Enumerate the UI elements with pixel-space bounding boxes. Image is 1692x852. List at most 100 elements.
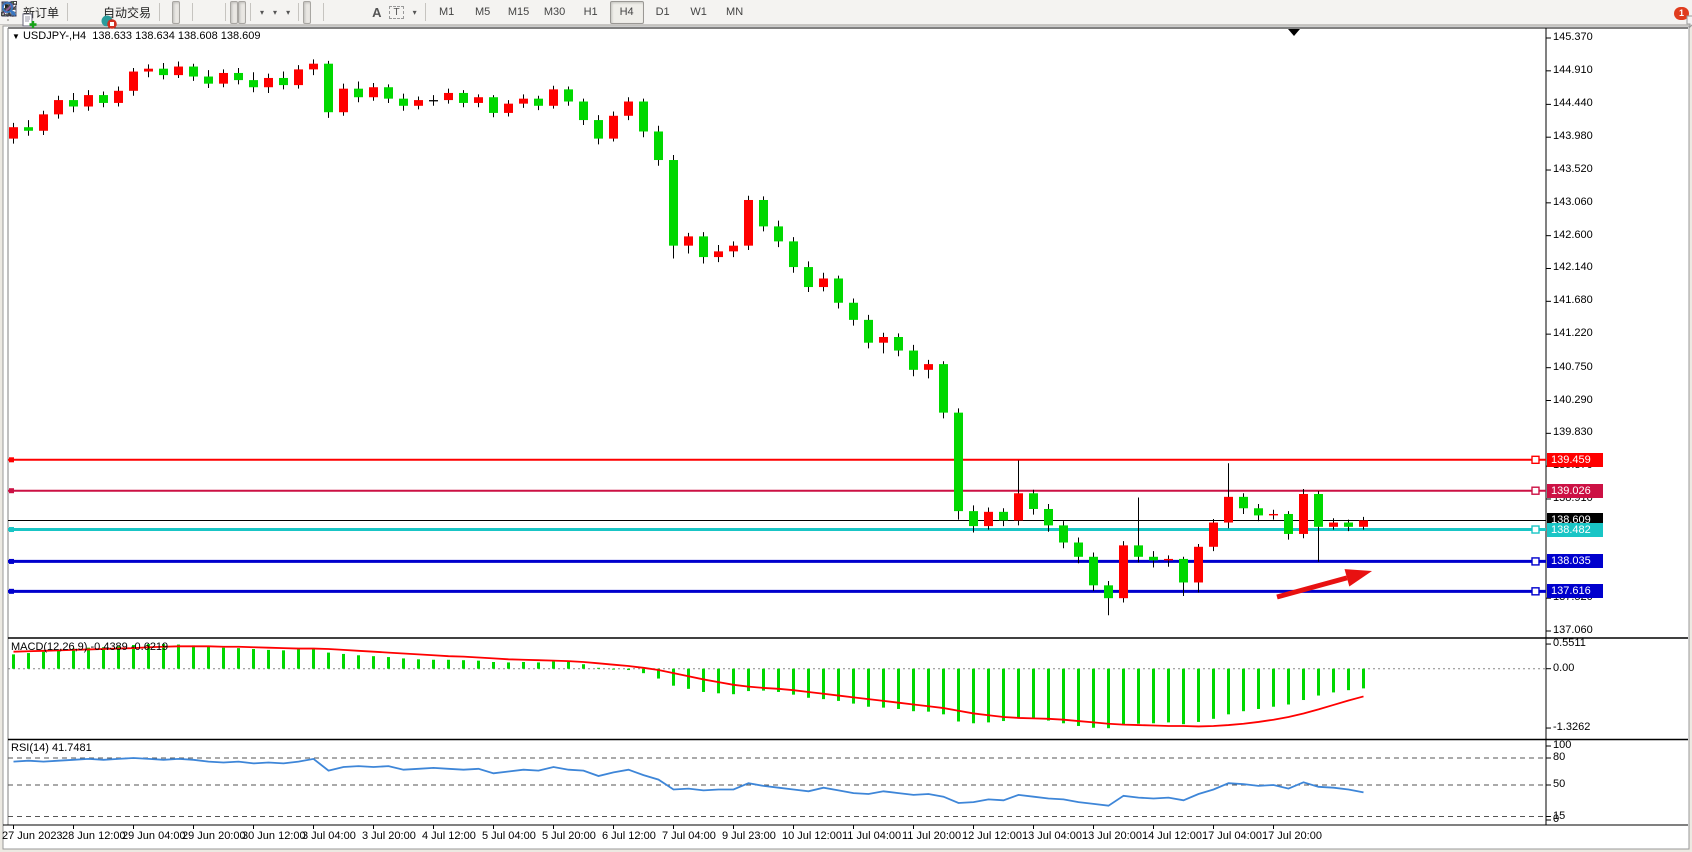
auto-scroll-button[interactable] — [230, 1, 238, 24]
search-icon — [0, 0, 18, 18]
rsi-axis-tick: 80 — [1553, 751, 1565, 763]
separator — [323, 3, 324, 21]
timeframe-MN[interactable]: MN — [718, 1, 752, 24]
trendline-button[interactable] — [344, 1, 352, 24]
macd-axis-tick: -1.3262 — [1553, 721, 1590, 733]
time-axis-label: 17 Jul 04:00 — [1202, 830, 1262, 842]
rsi-axis-tick: 100 — [1553, 739, 1571, 751]
line-chart-button[interactable] — [180, 1, 188, 24]
time-axis-label: 28 Jun 12:00 — [62, 830, 126, 842]
timeframe-H1[interactable]: H1 — [574, 1, 608, 24]
rsi-axis-tick: 50 — [1553, 778, 1565, 790]
price-tick: 141.220 — [1553, 327, 1593, 339]
zoom-out-button[interactable] — [205, 1, 213, 24]
macd-label: MACD(12,26,9) -0.4389 -0.6219 — [11, 641, 168, 653]
timeframe-D1[interactable]: D1 — [646, 1, 680, 24]
text-label-icon: T — [389, 6, 403, 19]
price-line-label: 138.035 — [1547, 554, 1603, 568]
macd-main-value: -0.4389 — [90, 641, 127, 653]
chevron-down-icon: ▾ — [273, 8, 277, 17]
periods-button[interactable]: ▾ — [268, 1, 281, 24]
price-tick: 142.600 — [1553, 229, 1593, 241]
timeframe-M5[interactable]: M5 — [466, 1, 500, 24]
time-axis-label: 17 Jul 20:00 — [1262, 830, 1322, 842]
time-axis-label: 11 Jul 20:00 — [902, 830, 961, 842]
crosshair-button[interactable] — [311, 1, 319, 24]
time-axis-label: 9 Jul 23:00 — [722, 830, 776, 842]
separator — [159, 3, 160, 21]
auto-trading-button[interactable]: 自动交易 — [96, 1, 155, 24]
price-tick: 140.750 — [1553, 361, 1593, 373]
price-tick: 143.520 — [1553, 163, 1593, 175]
rsi-label: RSI(14) 41.7481 — [11, 742, 92, 754]
time-axis-label: 13 Jul 04:00 — [1022, 830, 1082, 842]
price-line-label: 139.026 — [1547, 484, 1603, 498]
price-tick: 145.370 — [1553, 31, 1593, 43]
fibonacci-button[interactable]: F — [360, 1, 368, 24]
price-line-label: 138.482 — [1547, 523, 1603, 537]
time-axis-label: 29 Jun 20:00 — [182, 830, 246, 842]
chart-title[interactable]: ▼ USDJPY-,H4 138.633 138.634 138.608 138… — [12, 30, 261, 42]
indicators-button[interactable]: ▾ — [255, 1, 268, 24]
time-axis-label: 30 Jun 12:00 — [242, 830, 306, 842]
tile-windows-button[interactable] — [213, 1, 221, 24]
equidistant-channel-button[interactable] — [352, 1, 360, 24]
timeframe-H4[interactable]: H4 — [610, 1, 644, 24]
notifications-icon — [1684, 12, 1692, 30]
rsi-name: RSI(14) — [11, 742, 49, 754]
new-order-button[interactable]: 新订单 — [16, 1, 63, 24]
separator — [425, 3, 426, 21]
separator — [225, 3, 226, 21]
price-tick: 137.060 — [1553, 624, 1593, 636]
zoom-in-button[interactable] — [197, 1, 205, 24]
chart-shift-button[interactable] — [238, 1, 246, 24]
time-axis-label: 14 Jul 12:00 — [1142, 830, 1202, 842]
market-watch-button[interactable] — [72, 1, 80, 24]
time-axis-label: 6 Jul 12:00 — [602, 830, 656, 842]
time-axis-label: 12 Jul 12:00 — [962, 830, 1022, 842]
time-axis-label: 5 Jul 04:00 — [482, 830, 536, 842]
timeframe-M15[interactable]: M15 — [502, 1, 536, 24]
time-axis-label: 13 Jul 20:00 — [1082, 830, 1142, 842]
bar-chart-button[interactable] — [164, 1, 172, 24]
separator — [250, 3, 251, 21]
notifications-button[interactable]: 1 — [1680, 1, 1688, 24]
ohlc-values: 138.633 138.634 138.608 138.609 — [92, 30, 260, 42]
signals-button[interactable] — [88, 1, 96, 24]
price-line-label: 137.616 — [1547, 584, 1603, 598]
chart-canvas[interactable] — [0, 0, 1692, 852]
separator — [192, 3, 193, 21]
time-axis-label: 4 Jul 12:00 — [422, 830, 476, 842]
rsi-value: 41.7481 — [52, 742, 92, 754]
time-axis-label: 11 Jul 04:00 — [842, 830, 901, 842]
rsi-axis-tick: 0 — [1553, 813, 1559, 825]
price-tick: 142.140 — [1553, 261, 1593, 273]
mt4-window: 新订单 自动交易 — [0, 0, 1692, 852]
time-axis-label: 7 Jul 04:00 — [662, 830, 716, 842]
arrows-button[interactable]: ▾ — [408, 1, 421, 24]
macd-name: MACD(12,26,9) — [11, 641, 87, 653]
text-icon: A — [372, 5, 381, 20]
separator — [67, 3, 68, 21]
time-axis-label: 3 Jul 04:00 — [302, 830, 356, 842]
timeframe-M30[interactable]: M30 — [538, 1, 572, 24]
timeframe-group: M1M5M15M30H1H4D1W1MN — [430, 1, 752, 24]
text-button[interactable]: A — [368, 1, 385, 24]
chevron-down-icon: ▾ — [286, 8, 290, 17]
price-tick: 141.680 — [1553, 294, 1593, 306]
symbol-timeframe: USDJPY-,H4 — [23, 30, 86, 42]
profiles-button[interactable] — [80, 1, 88, 24]
macd-axis-tick: 0.00 — [1553, 662, 1574, 674]
vertical-line-button[interactable] — [328, 1, 336, 24]
symbol-dropdown-marker[interactable]: ▼ — [12, 32, 20, 41]
timeframe-M1[interactable]: M1 — [430, 1, 464, 24]
templates-button[interactable]: ▾ — [281, 1, 294, 24]
timeframe-W1[interactable]: W1 — [682, 1, 716, 24]
text-label-button[interactable]: T — [385, 1, 407, 24]
price-tick: 144.440 — [1553, 97, 1593, 109]
price-tick: 140.290 — [1553, 394, 1593, 406]
cursor-button[interactable] — [303, 1, 311, 24]
horizontal-line-button[interactable] — [336, 1, 344, 24]
macd-signal-value: -0.6219 — [131, 641, 168, 653]
candlestick-chart-button[interactable] — [172, 1, 180, 24]
